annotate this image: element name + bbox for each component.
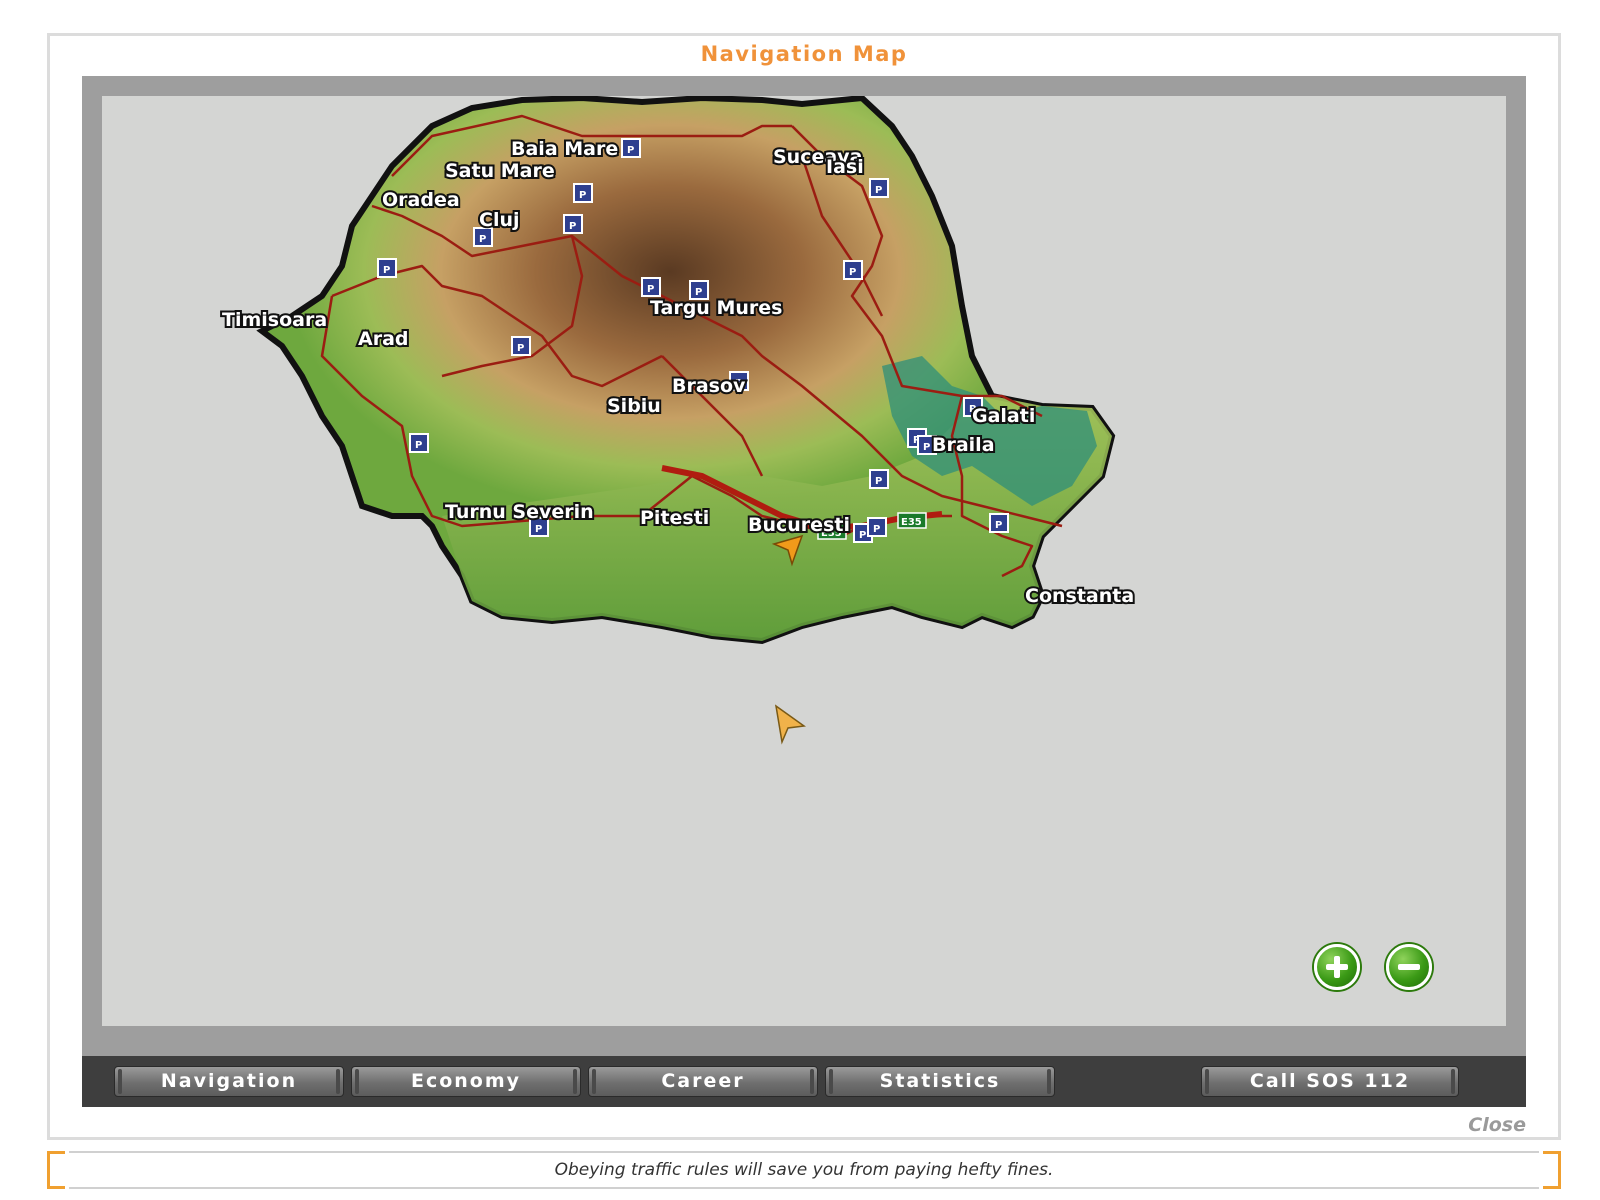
- city-label: Satu Mare: [445, 160, 555, 182]
- bracket-right: [1543, 1151, 1561, 1189]
- svg-text:P: P: [383, 265, 390, 276]
- tip-text: Obeying traffic rules will save you from…: [554, 1160, 1054, 1180]
- city-label: Oradea: [382, 189, 460, 211]
- svg-text:P: P: [569, 221, 576, 232]
- city-label: Bucuresti: [748, 514, 850, 536]
- tab-economy[interactable]: Economy: [351, 1066, 581, 1097]
- city-label: Constanta: [1025, 585, 1134, 607]
- city-label: Baia Mare: [511, 138, 618, 160]
- zoom-in-button[interactable]: [1314, 944, 1360, 990]
- svg-text:P: P: [517, 343, 524, 354]
- svg-text:P: P: [849, 267, 856, 278]
- city-label: Timisoara: [222, 309, 327, 331]
- close-button[interactable]: Close: [1468, 1114, 1526, 1136]
- map-canvas[interactable]: P P P P P P P P P P P P P P P P P P P P …: [102, 96, 1506, 1026]
- svg-text:P: P: [627, 145, 634, 156]
- svg-text:P: P: [579, 190, 586, 201]
- svg-text:P: P: [873, 524, 880, 535]
- svg-text:P: P: [535, 524, 542, 535]
- city-label: Brasov: [672, 375, 746, 397]
- call-sos-button[interactable]: Call SOS 112: [1201, 1066, 1459, 1097]
- minus-icon: [1398, 964, 1420, 970]
- svg-text:P: P: [647, 284, 654, 295]
- city-label: Turnu Severin: [445, 501, 594, 523]
- bottom-toolbar: Navigation Economy Career Statistics Cal…: [82, 1056, 1526, 1107]
- svg-text:E35: E35: [901, 517, 922, 528]
- city-label: Pitesti: [640, 507, 709, 529]
- map-viewport[interactable]: P P P P P P P P P P P P P P P P P P P P …: [102, 96, 1506, 1026]
- svg-text:P: P: [479, 234, 486, 245]
- city-label: Iasi: [826, 156, 864, 178]
- city-label: Sibiu: [607, 395, 661, 417]
- city-label: Arad: [358, 328, 409, 350]
- map-cursor-icon: [774, 704, 806, 745]
- svg-text:P: P: [995, 520, 1002, 531]
- city-label: Galati: [972, 405, 1035, 427]
- svg-text:P: P: [875, 185, 882, 196]
- window-title: Navigation Map: [700, 42, 908, 66]
- svg-text:P: P: [875, 476, 882, 487]
- svg-text:P: P: [859, 530, 866, 541]
- navigation-map-window: Navigation Map P P P P P P P P P P P P P…: [47, 33, 1561, 1140]
- city-label: Braila: [932, 434, 995, 456]
- city-label: Targu Mures: [650, 297, 782, 319]
- tab-statistics[interactable]: Statistics: [825, 1066, 1055, 1097]
- tip-bar: Obeying traffic rules will save you from…: [47, 1151, 1561, 1189]
- zoom-out-button[interactable]: [1386, 944, 1432, 990]
- tab-career[interactable]: Career: [588, 1066, 818, 1097]
- road-shield-e35: E35: [897, 512, 927, 529]
- city-label: Cluj: [479, 209, 520, 231]
- svg-text:P: P: [923, 442, 930, 453]
- svg-text:P: P: [415, 440, 422, 451]
- map-frame: P P P P P P P P P P P P P P P P P P P P …: [82, 76, 1526, 1056]
- tab-navigation[interactable]: Navigation: [114, 1066, 344, 1097]
